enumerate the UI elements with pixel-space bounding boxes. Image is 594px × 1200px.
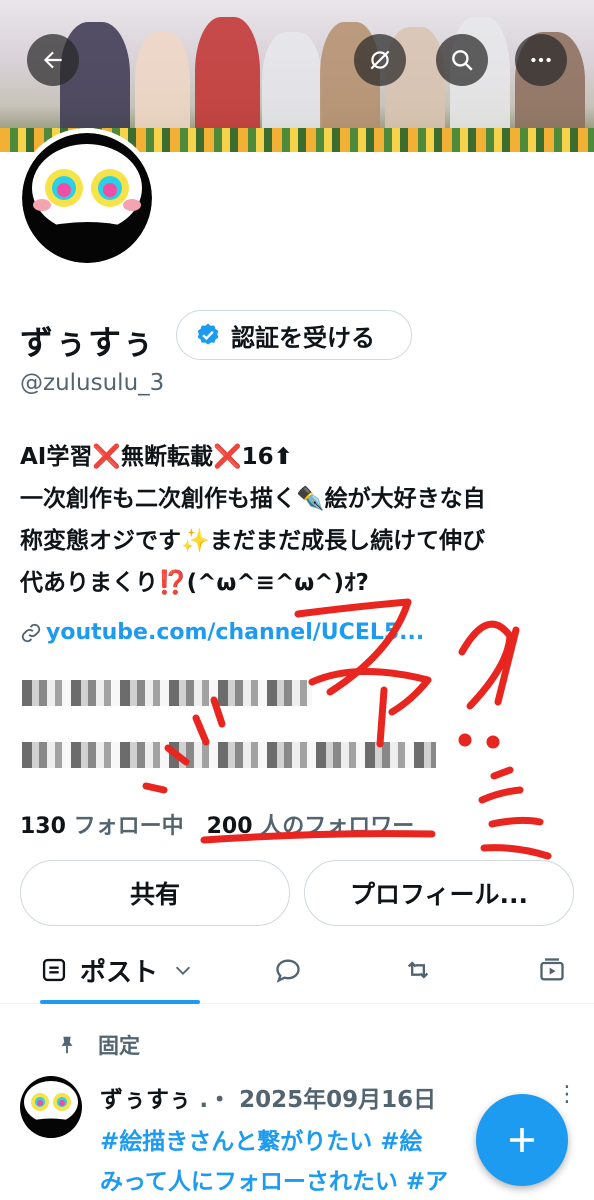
post-author[interactable]: ずぅすぅ: [100, 1087, 191, 1113]
search-icon: [452, 50, 473, 71]
back-button[interactable]: [27, 34, 79, 86]
post-avatar[interactable]: [20, 1076, 82, 1138]
get-verified-label: 認証を受ける: [231, 323, 375, 352]
post-separator: .・: [199, 1087, 232, 1113]
profile-website-text: youtube.com/channel/UCEL5...: [46, 620, 425, 645]
followers-label: 人のフォロワー: [260, 814, 415, 839]
link-icon: [21, 623, 41, 642]
tab-replies[interactable]: [274, 940, 302, 1000]
annotation-dot: [486, 735, 500, 749]
annotation-stroke: [458, 620, 514, 710]
plus-icon: [510, 1128, 534, 1152]
edit-profile-button[interactable]: プロフィール...: [304, 860, 574, 926]
pin-icon: [61, 1036, 73, 1054]
annotation-stroke: [494, 626, 520, 706]
more-button[interactable]: [515, 34, 567, 86]
bio-line: 代ありまくり⁉️(^ω^≡^ω^)ｵ?: [20, 570, 369, 596]
repost-icon: [407, 961, 429, 979]
followers-count: 200: [206, 814, 253, 839]
redacted-joined-date: [22, 742, 436, 768]
post-header: ずぅすぅ .・ 2025年09月16日: [100, 1080, 436, 1114]
verified-badge-icon: [197, 323, 219, 345]
following-link[interactable]: 130 フォロー中: [20, 814, 184, 839]
pinned-indicator: 固定: [56, 1030, 140, 1060]
tab-media[interactable]: [538, 940, 566, 1000]
media-icon: [540, 958, 564, 981]
grok-icon: [370, 50, 390, 70]
bio-line: 称変態オジです✨まだまだ成長し続けて伸び: [20, 528, 486, 554]
search-button[interactable]: [436, 34, 488, 86]
follow-counts: 130 フォロー中 200 人のフォロワー: [20, 808, 414, 840]
posts-icon: [42, 958, 66, 982]
bio-line: 一次創作も二次創作も描く✒️絵が大好きな自: [20, 486, 486, 512]
annotation-dot: [458, 733, 472, 747]
profile-tabs: ポスト: [0, 940, 594, 1004]
profile-avatar[interactable]: [17, 128, 157, 268]
arrow-left-icon: [43, 51, 62, 69]
tab-active-indicator: [40, 1000, 200, 1004]
pinned-label: 固定: [98, 1034, 140, 1058]
post-text: #絵描きさんと繋がりたい #絵 みって人にフォローされたい #ア: [100, 1122, 448, 1200]
post-hashtags-line[interactable]: みって人にフォローされたい #ア: [100, 1162, 448, 1200]
reply-icon: [276, 959, 300, 983]
redacted-location: [22, 680, 312, 706]
post-hashtags-line[interactable]: #絵描きさんと繋がりたい #絵: [100, 1122, 448, 1162]
annotation-stroke: [142, 782, 168, 794]
followers-link[interactable]: 200 人のフォロワー: [207, 814, 415, 839]
tab-posts-label: ポスト: [80, 957, 159, 988]
profile-bio: AI学習❌無断転載❌16⬆ 一次創作も二次創作も描く✒️絵が大好きな自 称変態オ…: [20, 436, 580, 604]
get-verified-button[interactable]: 認証を受ける: [176, 310, 412, 360]
profile-handle: @zulusulu_3: [20, 370, 165, 396]
profile-website-link[interactable]: youtube.com/channel/UCEL5...: [20, 620, 424, 645]
following-count: 130: [20, 814, 66, 839]
profile-name: ずぅすぅ: [20, 323, 156, 362]
bio-line: AI学習❌無断転載❌16⬆: [20, 444, 293, 470]
post-date[interactable]: 2025年09月16日: [239, 1087, 436, 1113]
avatar-artwork: [32, 144, 142, 263]
edit-profile-label: プロフィール...: [350, 880, 528, 909]
grok-button[interactable]: [354, 34, 406, 86]
avatar-artwork: [24, 1081, 78, 1138]
annotation-stroke: [294, 598, 412, 696]
share-button[interactable]: 共有: [20, 860, 290, 926]
annotation-stroke: [480, 816, 552, 860]
tab-posts[interactable]: ポスト: [40, 940, 200, 1004]
tab-reposts[interactable]: [404, 940, 432, 1000]
share-label: 共有: [129, 880, 180, 909]
compose-button[interactable]: [476, 1094, 568, 1186]
annotation-stroke: [308, 667, 432, 748]
annotation-stroke: [478, 766, 524, 804]
following-label: フォロー中: [73, 814, 184, 839]
chevron-down-icon: [175, 966, 191, 975]
more-horizontal-icon: [531, 57, 551, 63]
post-more-icon[interactable]: ⋮: [556, 1082, 578, 1107]
annotation-stroke: [192, 696, 226, 746]
